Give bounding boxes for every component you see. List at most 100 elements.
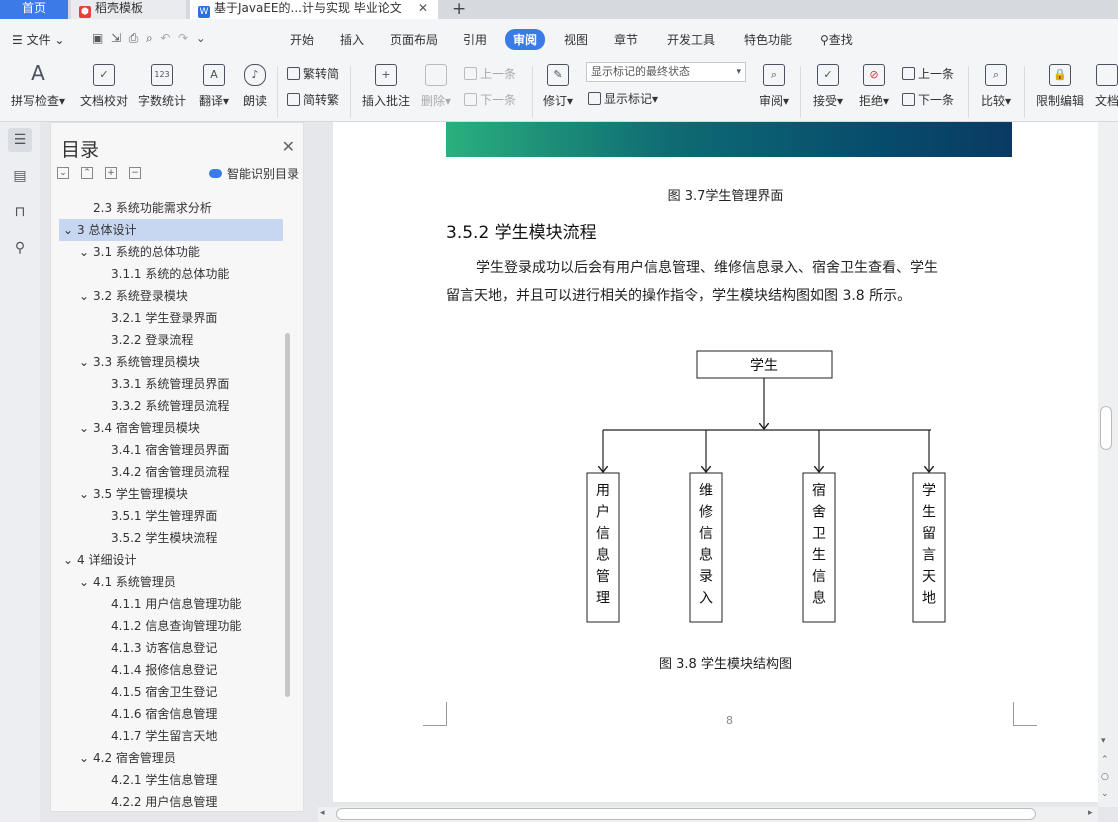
expand-plus-icon[interactable]: + bbox=[105, 167, 117, 179]
close-icon[interactable]: ✕ bbox=[282, 137, 295, 156]
trad-to-simp-button[interactable]: 繁转简 bbox=[287, 65, 339, 82]
customize-icon[interactable]: ⌄ bbox=[196, 31, 206, 45]
document-rights-button[interactable]: 文档 bbox=[1092, 64, 1118, 109]
print-icon[interactable]: ⎙ bbox=[129, 31, 139, 45]
next-comment-button[interactable]: 下一条 bbox=[464, 91, 516, 108]
toc-item[interactable]: 3.5.1 学生管理界面 bbox=[59, 505, 283, 527]
chapter-icon[interactable]: ▤ bbox=[8, 164, 32, 188]
chevron-down-icon[interactable]: ⌄ bbox=[79, 241, 93, 263]
read-aloud-button[interactable]: ♪ 朗读 bbox=[238, 64, 272, 109]
chevron-down-icon[interactable]: ⌄ bbox=[79, 747, 93, 769]
accept-button[interactable]: ✓ 接受▾ bbox=[808, 64, 848, 109]
tab-insert[interactable]: 插入 bbox=[340, 31, 364, 48]
word-count-button[interactable]: 123 字数统计 bbox=[136, 64, 188, 109]
toc-item[interactable]: ⌄ 3 总体设计 bbox=[59, 219, 283, 241]
toc-item[interactable]: ⌄ 4 详细设计 bbox=[59, 549, 283, 571]
tab-document[interactable]: W 基于JavaEE的...计与实现 毕业论文 ✕ bbox=[190, 0, 438, 19]
toc-item[interactable]: ⌄ 3.1 系统的总体功能 bbox=[59, 241, 283, 263]
export-icon[interactable]: ⇲ bbox=[111, 31, 121, 45]
tab-references[interactable]: 引用 bbox=[463, 31, 487, 48]
restrict-editing-button[interactable]: 🔒 限制编辑 bbox=[1032, 64, 1088, 109]
collapse-minus-icon[interactable]: − bbox=[129, 167, 141, 179]
tab-daoke-templates[interactable]: ⬢ 稻壳模板 bbox=[71, 0, 186, 19]
scroll-right-icon[interactable]: ▸ bbox=[1088, 808, 1093, 818]
vertical-scroll-thumb[interactable] bbox=[1100, 406, 1112, 450]
scroll-left-icon[interactable]: ◂ bbox=[320, 808, 325, 818]
chevron-down-icon[interactable]: ⌄ bbox=[79, 417, 93, 439]
toc-item[interactable]: 4.1.1 用户信息管理功能 bbox=[59, 593, 283, 615]
toc-item[interactable]: ⌄ 3.3 系统管理员模块 bbox=[59, 351, 283, 373]
reject-button[interactable]: ⊘ 拒绝▾ bbox=[854, 64, 894, 109]
prev-page-icon[interactable]: ⌃ bbox=[1101, 755, 1109, 765]
prev-change-button[interactable]: 上一条 bbox=[902, 65, 954, 82]
toc-item[interactable]: 4.1.2 信息查询管理功能 bbox=[59, 615, 283, 637]
toc-item[interactable]: ⌄ 3.5 学生管理模块 bbox=[59, 483, 283, 505]
doc-check-button[interactable]: ✓ 文档校对 bbox=[76, 64, 132, 109]
tab-chapter[interactable]: 章节 bbox=[614, 31, 638, 48]
tab-review[interactable]: 审阅 bbox=[505, 29, 546, 50]
toc-item[interactable]: ⌄ 3.2 系统登录模块 bbox=[59, 285, 283, 307]
chevron-down-icon[interactable]: ⌄ bbox=[63, 549, 77, 571]
toc-scrollbar[interactable] bbox=[285, 333, 290, 697]
new-tab-button[interactable]: + bbox=[452, 0, 466, 19]
insert-comment-button[interactable]: + 插入批注 bbox=[360, 64, 412, 109]
delete-comment-button[interactable]: 删除▾ bbox=[418, 64, 454, 109]
review-pane-button[interactable]: ⌕ 审阅▾ bbox=[754, 64, 794, 109]
chevron-down-icon[interactable]: ⌄ bbox=[79, 285, 93, 307]
preview-icon[interactable]: ⌕ bbox=[146, 31, 153, 45]
tab-developer[interactable]: 开发工具 bbox=[667, 31, 715, 48]
toc-item[interactable]: 4.1.6 宿舍信息管理 bbox=[59, 703, 283, 725]
tab-start[interactable]: 开始 bbox=[290, 31, 314, 48]
toc-item[interactable]: 3.4.1 宿舍管理员界面 bbox=[59, 439, 283, 461]
toc-item[interactable]: 4.2.1 学生信息管理 bbox=[59, 769, 283, 791]
tab-page-layout[interactable]: 页面布局 bbox=[390, 31, 438, 48]
track-changes-button[interactable]: ✎ 修订▾ bbox=[538, 64, 578, 109]
toc-item[interactable]: 4.1.4 报修信息登记 bbox=[59, 659, 283, 681]
simp-to-trad-button[interactable]: 简转繁 bbox=[287, 91, 339, 108]
toc-item[interactable]: ⌄ 3.4 宿舍管理员模块 bbox=[59, 417, 283, 439]
toc-item[interactable]: 3.2.1 学生登录界面 bbox=[59, 307, 283, 329]
search-command[interactable]: ⚲查找 bbox=[820, 31, 853, 48]
markup-state-dropdown[interactable]: 显示标记的最终状态 ▾ bbox=[586, 62, 746, 82]
select-browse-icon[interactable]: ○ bbox=[1101, 772, 1109, 782]
file-menu[interactable]: ☰ 文件 ⌄ bbox=[12, 31, 64, 48]
smart-toc-button[interactable]: 智能识别目录 bbox=[208, 165, 299, 182]
tab-home[interactable]: 首页 bbox=[0, 0, 68, 19]
expand-up-icon[interactable]: ⌃ bbox=[81, 167, 93, 179]
toc-icon[interactable]: ☰ bbox=[8, 128, 32, 152]
toc-item[interactable]: 3.4.2 宿舍管理员流程 bbox=[59, 461, 283, 483]
toc-item[interactable]: 4.2.2 用户信息管理 bbox=[59, 791, 283, 813]
toc-item[interactable]: 4.1.7 学生留言天地 bbox=[59, 725, 283, 747]
scroll-down-icon[interactable]: ▾ bbox=[1101, 736, 1106, 746]
translate-button[interactable]: A 翻译▾ bbox=[192, 64, 236, 109]
save-icon[interactable]: ▣ bbox=[92, 31, 103, 45]
show-markup-button[interactable]: 显示标记▾ bbox=[588, 90, 658, 107]
toc-item[interactable]: 4.1.3 访客信息登记 bbox=[59, 637, 283, 659]
toc-item[interactable]: ⌄ 4.2 宿舍管理员 bbox=[59, 747, 283, 769]
compare-button[interactable]: ⌕ 比较▾ bbox=[976, 64, 1016, 109]
close-tab-icon[interactable]: ✕ bbox=[418, 0, 428, 17]
horizontal-scroll-thumb[interactable] bbox=[336, 808, 1036, 820]
toc-item[interactable]: 3.5.2 学生模块流程 bbox=[59, 527, 283, 549]
toc-item[interactable]: 3.2.2 登录流程 bbox=[59, 329, 283, 351]
find-icon[interactable]: ⚲ bbox=[8, 236, 32, 260]
next-change-button[interactable]: 下一条 bbox=[902, 91, 954, 108]
vertical-scrollbar[interactable] bbox=[1098, 122, 1118, 807]
redo-icon[interactable]: ↷ bbox=[178, 31, 188, 45]
toc-item[interactable]: 2.3 系统功能需求分析 bbox=[59, 197, 283, 219]
toc-item[interactable]: ⌄ 4.1 系统管理员 bbox=[59, 571, 283, 593]
spell-check-button[interactable]: A 拼写检查▾ bbox=[8, 63, 68, 109]
collapse-all-icon[interactable]: ⌄ bbox=[57, 167, 69, 179]
tab-special-features[interactable]: 特色功能 bbox=[744, 31, 792, 48]
chevron-down-icon[interactable]: ⌄ bbox=[79, 483, 93, 505]
toc-item[interactable]: 4.1.5 宿舍卫生登记 bbox=[59, 681, 283, 703]
chevron-down-icon[interactable]: ⌄ bbox=[63, 219, 77, 241]
toc-item[interactable]: 3.3.1 系统管理员界面 bbox=[59, 373, 283, 395]
bookmark-icon[interactable]: ⊓ bbox=[8, 200, 32, 224]
prev-comment-button[interactable]: 上一条 bbox=[464, 65, 516, 82]
tab-view[interactable]: 视图 bbox=[564, 31, 588, 48]
chevron-down-icon[interactable]: ⌄ bbox=[79, 351, 93, 373]
toc-item[interactable]: 3.1.1 系统的总体功能 bbox=[59, 263, 283, 285]
next-page-icon[interactable]: ⌄ bbox=[1101, 789, 1109, 799]
chevron-down-icon[interactable]: ⌄ bbox=[79, 571, 93, 593]
